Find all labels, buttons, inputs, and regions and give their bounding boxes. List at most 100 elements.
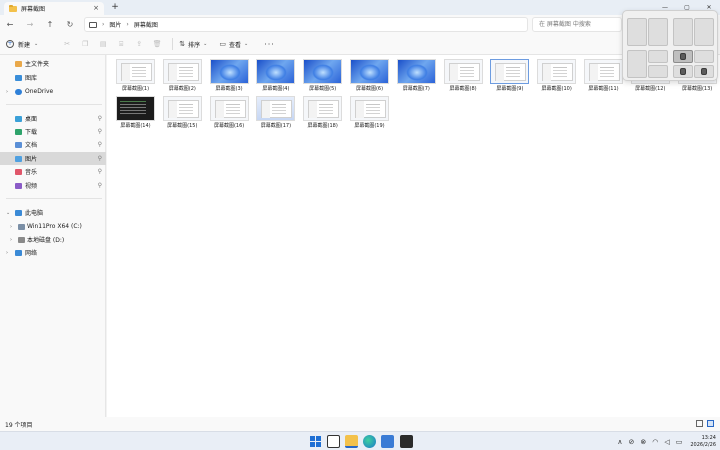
sidebar-item-drive-d[interactable]: › 本地磁盘 (D:): [0, 233, 106, 246]
chevron-right-icon[interactable]: ›: [10, 237, 12, 243]
snap-zone[interactable]: [694, 50, 714, 63]
file-thumbnail[interactable]: 屏幕截图(1): [116, 59, 155, 94]
delete-icon[interactable]: 🗑: [148, 40, 166, 48]
snap-zone[interactable]: [648, 65, 668, 78]
sidebar-divider: [6, 104, 102, 105]
chevron-right-icon[interactable]: ›: [10, 224, 12, 230]
forward-button[interactable]: →: [20, 20, 40, 29]
view-switcher: [696, 420, 714, 427]
view-button[interactable]: ▭ 查看 ⌄: [219, 40, 248, 49]
terminal-icon[interactable]: [400, 435, 413, 448]
snap-zone[interactable]: [627, 50, 647, 78]
volume-icon[interactable]: ◁: [664, 438, 669, 446]
file-thumbnail[interactable]: 屏幕截图(10): [537, 59, 577, 94]
cut-icon[interactable]: ✂: [58, 40, 76, 48]
file-thumbnail[interactable]: 屏幕截图(7): [396, 59, 436, 94]
new-button[interactable]: + 新建 ⌄: [6, 40, 38, 49]
breadcrumb-screenshots[interactable]: 屏幕截图: [134, 20, 158, 29]
sidebar-item-label: 主文件夹: [25, 61, 50, 68]
download-icon: [15, 128, 22, 135]
tab-screenshots[interactable]: 屏幕截图 ×: [4, 2, 104, 15]
pin-icon: ⚲: [97, 141, 102, 148]
sidebar-item-home[interactable]: 主文件夹: [0, 57, 106, 70]
start-button[interactable]: [309, 435, 322, 448]
share-icon[interactable]: ⇪: [130, 40, 148, 48]
thumbnail-image: [209, 96, 249, 121]
address-bar[interactable]: › 图片 › 屏幕截图: [84, 17, 528, 32]
file-thumbnail[interactable]: 屏幕截图(8): [443, 59, 483, 94]
sidebar-item-network[interactable]: › 网络: [0, 246, 106, 259]
tray-chevron-icon[interactable]: ∧: [617, 438, 622, 446]
tab-close-icon[interactable]: ×: [93, 4, 99, 12]
edge-icon[interactable]: [363, 435, 376, 448]
sidebar-item-documents[interactable]: 文档 ⚲: [0, 138, 106, 151]
refresh-button[interactable]: ↻: [60, 20, 80, 29]
file-name: 屏幕截图(8): [449, 86, 477, 92]
file-name: 屏幕截图(15): [167, 123, 198, 129]
sidebar-item-this-pc[interactable]: ⌄ 此电脑: [0, 206, 106, 219]
up-button[interactable]: ↑: [40, 20, 60, 29]
sort-button[interactable]: ⇅ 排序 ⌄: [179, 40, 207, 49]
snap-zone[interactable]: [694, 18, 714, 46]
file-thumbnail[interactable]: 屏幕截图(9): [490, 59, 530, 94]
desktop-icon: [15, 115, 22, 122]
thumbnail-view-icon[interactable]: [707, 420, 714, 427]
file-thumbnail[interactable]: 屏幕截图(6): [350, 59, 389, 94]
sidebar-item-drive-c[interactable]: › Win11Pro X64 (C:): [0, 220, 106, 233]
new-tab-button[interactable]: +: [110, 2, 120, 12]
drive-icon: [18, 236, 25, 243]
chevron-right-icon[interactable]: ›: [6, 250, 8, 256]
file-thumbnail[interactable]: 屏幕截图(11): [584, 59, 623, 94]
clock[interactable]: 13:24 2026/2/26: [690, 435, 716, 449]
file-thumbnail[interactable]: 屏幕截图(3): [209, 59, 249, 94]
file-thumbnail[interactable]: 屏幕截图(4): [256, 59, 296, 94]
paste-icon[interactable]: ▤: [94, 40, 112, 48]
sidebar-item-onedrive[interactable]: › OneDrive: [0, 85, 106, 98]
chevron-right-icon[interactable]: ›: [6, 89, 8, 95]
thumbnail-image: [116, 96, 155, 121]
search-input[interactable]: 在 屏幕截图 中搜索: [532, 17, 622, 32]
xbox-icon[interactable]: ⊗: [640, 438, 646, 446]
details-view-icon[interactable]: [696, 420, 703, 427]
copy-icon[interactable]: ❐: [76, 40, 94, 48]
thumbnail-image: [256, 59, 296, 84]
snap-layouts-flyout: [622, 10, 718, 81]
thumbnail-image: [396, 59, 436, 84]
file-thumbnail[interactable]: 屏幕截图(16): [209, 96, 249, 131]
breadcrumb-pictures[interactable]: 图片: [109, 20, 121, 29]
file-thumbnail[interactable]: 屏幕截图(14): [116, 96, 155, 131]
chevron-down-icon: ⌄: [243, 41, 249, 47]
chevron-down-icon[interactable]: ⌄: [6, 210, 10, 216]
pin-icon: ⚲: [97, 115, 102, 122]
file-thumbnail[interactable]: 屏幕截图(15): [162, 96, 202, 131]
file-thumbnail[interactable]: 屏幕截图(18): [303, 96, 343, 131]
file-thumbnail[interactable]: 屏幕截图(19): [350, 96, 389, 131]
snap-zone[interactable]: [648, 18, 668, 46]
sidebar-item-videos[interactable]: 视频 ⚲: [0, 179, 106, 192]
rename-icon[interactable]: ⌸: [112, 40, 130, 49]
wifi-icon[interactable]: ◠: [652, 438, 658, 446]
chevron-right-icon: ›: [102, 21, 105, 28]
battery-icon[interactable]: ▭: [676, 438, 683, 446]
back-button[interactable]: ←: [0, 20, 20, 29]
snap-zone[interactable]: [627, 18, 647, 46]
task-view-icon[interactable]: [327, 435, 340, 448]
sidebar-item-music[interactable]: 音乐 ⚲: [0, 165, 106, 178]
sidebar-item-pictures[interactable]: 图片 ⚲: [0, 152, 106, 165]
store-icon[interactable]: [381, 435, 394, 448]
sidebar-item-gallery[interactable]: 图库: [0, 71, 106, 84]
system-tray: ∧ ⊘ ⊗ ◠ ◁ ▭ 13:24 2026/2/26: [617, 432, 720, 450]
file-explorer-taskbar-icon[interactable]: [345, 435, 358, 448]
file-thumbnail[interactable]: 屏幕截图(5): [303, 59, 343, 94]
sidebar-item-desktop[interactable]: 桌面 ⚲: [0, 112, 106, 125]
more-options-button[interactable]: ···: [264, 40, 275, 49]
network-disconnected-icon[interactable]: ⊘: [628, 438, 634, 446]
snap-zone[interactable]: [648, 50, 668, 63]
file-name: 屏幕截图(3): [215, 86, 243, 92]
snap-zone[interactable]: [673, 18, 693, 46]
sidebar-item-downloads[interactable]: 下载 ⚲: [0, 125, 106, 138]
sidebar-item-label: 视频: [25, 183, 38, 190]
file-thumbnail[interactable]: 屏幕截图(2): [162, 59, 202, 94]
file-name: 屏幕截图(5): [309, 86, 337, 92]
file-thumbnail[interactable]: 屏幕截图(17): [256, 96, 296, 131]
